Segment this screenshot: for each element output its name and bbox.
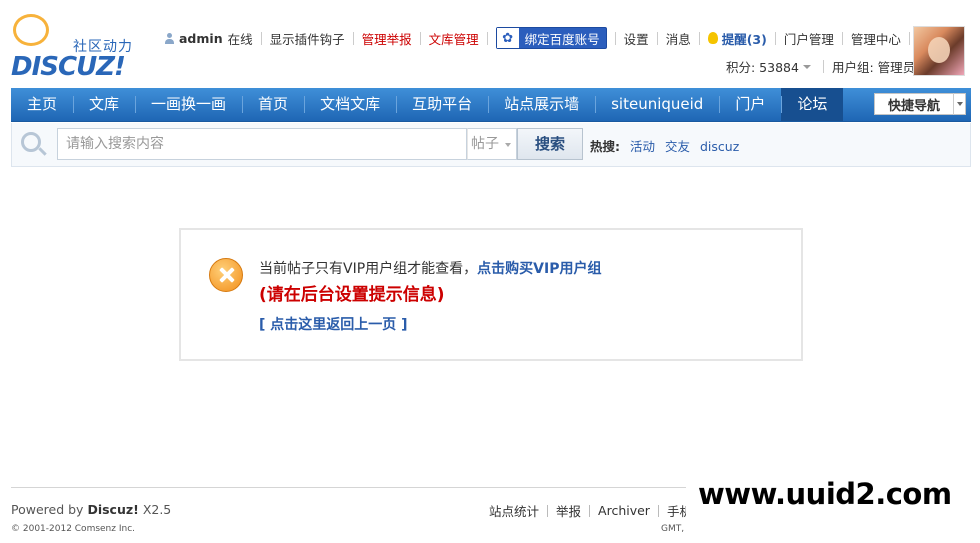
nav-item[interactable]: 站点展示墙 xyxy=(488,88,595,121)
error-icon xyxy=(209,258,243,292)
divider xyxy=(656,31,658,45)
hot-search: 热搜: 活动 交友 discuz xyxy=(590,136,745,155)
bind-baidu-button[interactable]: ✿ 绑定百度账号 xyxy=(495,27,607,49)
divider xyxy=(486,31,488,45)
watermark: www.uuid2.com xyxy=(686,452,980,543)
quick-nav-label: 快捷导航 xyxy=(887,98,940,114)
nav-item[interactable]: 一画换一画 xyxy=(135,88,242,121)
gmt-time: GMT, xyxy=(661,524,685,534)
footer-archiver-link[interactable]: Archiver xyxy=(598,503,650,518)
logo-wordmark: DISCUZ! xyxy=(11,52,126,82)
divider xyxy=(260,31,262,45)
settings-link[interactable]: 设置 xyxy=(624,29,649,48)
search-type-select[interactable]: 帖子 xyxy=(467,128,517,160)
remind-link[interactable]: 提醒(3) xyxy=(722,29,767,48)
divider xyxy=(698,31,700,45)
footer-links: 站点统计 举报 Archiver 手机版 xyxy=(489,501,704,520)
watermark-text: www.uuid2.com xyxy=(698,477,952,511)
divider xyxy=(547,504,549,517)
divider xyxy=(589,504,591,517)
user-toolbar: admin 在线 显示插件钩子 管理举报 文库管理 ✿ 绑定百度账号 设置 消息… xyxy=(164,27,943,49)
hot-term-link[interactable]: discuz xyxy=(700,139,739,154)
back-link[interactable]: [ 点击这里返回上一页 ] xyxy=(259,314,408,334)
search-input[interactable]: 请输入搜索内容 xyxy=(57,128,467,160)
username-link[interactable]: admin xyxy=(179,31,223,46)
logo-bubble-icon xyxy=(13,14,49,46)
site-logo[interactable]: 社区动力 DISCUZ! xyxy=(11,14,141,84)
divider xyxy=(614,31,616,45)
points-link[interactable]: 积分: 53884 xyxy=(726,57,799,76)
search-bar: 请输入搜索内容 帖子 搜索 热搜: 活动 交友 discuz xyxy=(11,123,971,167)
plugin-hooks-link[interactable]: 显示插件钩子 xyxy=(270,29,345,48)
baidu-paw-icon: ✿ xyxy=(496,28,519,48)
user-credits: 积分: 53884 用户组: 管理员 xyxy=(726,57,915,76)
user-icon xyxy=(164,32,175,44)
divider xyxy=(841,31,843,45)
hot-term-link[interactable]: 交友 xyxy=(665,139,690,154)
divider xyxy=(774,31,776,45)
nav-item[interactable]: 论坛 xyxy=(781,88,844,121)
hot-term-link[interactable]: 活动 xyxy=(630,139,655,154)
search-icon xyxy=(21,132,41,152)
search-button[interactable]: 搜索 xyxy=(517,128,583,160)
quick-nav-button[interactable]: 快捷导航 xyxy=(874,93,966,115)
version: X2.5 xyxy=(142,502,172,517)
nav-item[interactable]: siteuniqueid xyxy=(595,88,719,121)
nav-item[interactable]: 门户 xyxy=(719,88,781,121)
alert-message: 当前帖子只有VIP用户组才能查看， xyxy=(259,261,478,277)
bind-baidu-label: 绑定百度账号 xyxy=(524,31,600,47)
divider xyxy=(419,31,421,45)
nav-item[interactable]: 主页 xyxy=(11,88,73,121)
bulb-icon xyxy=(707,32,718,44)
chevron-down-icon[interactable] xyxy=(802,64,811,69)
online-status: 在线 xyxy=(227,31,253,47)
library-manage-link[interactable]: 文库管理 xyxy=(429,29,479,48)
messages-link[interactable]: 消息 xyxy=(666,29,691,48)
footer-report-link[interactable]: 举报 xyxy=(556,501,581,520)
alert-message-box: 当前帖子只有VIP用户组才能查看，点击购买VIP用户组 (请在后台设置提示信息)… xyxy=(179,228,803,361)
divider xyxy=(822,60,824,73)
admin-hint: (请在后台设置提示信息) xyxy=(259,285,445,305)
avatar[interactable] xyxy=(913,26,965,76)
footer-stats-link[interactable]: 站点统计 xyxy=(489,501,539,520)
nav-item[interactable]: 文档文库 xyxy=(304,88,396,121)
chevron-down-icon xyxy=(953,93,965,115)
user-group-link[interactable]: 用户组: 管理员 xyxy=(832,57,915,76)
divider xyxy=(657,504,659,517)
divider xyxy=(908,31,910,45)
nav-item[interactable]: 文库 xyxy=(73,88,135,121)
powered-by: Powered by Discuz! X2.5 xyxy=(11,502,171,517)
footer-divider xyxy=(11,487,686,488)
admin-center-link[interactable]: 管理中心 xyxy=(851,29,901,48)
discuz-link[interactable]: Discuz! xyxy=(87,502,138,517)
manage-reports-link[interactable]: 管理举报 xyxy=(362,29,412,48)
divider xyxy=(352,31,354,45)
hot-search-label: 热搜: xyxy=(590,139,620,154)
alert-text: 当前帖子只有VIP用户组才能查看，点击购买VIP用户组 xyxy=(259,258,601,278)
main-nav: 主页 文库 一画换一画 首页 文档文库 互助平台 站点展示墙 siteuniqueid 门户 论坛… xyxy=(11,88,971,122)
nav-item[interactable]: 互助平台 xyxy=(396,88,488,121)
powered-prefix: Powered by xyxy=(11,502,84,517)
nav-item[interactable]: 首页 xyxy=(242,88,304,121)
copyright: © 2001-2012 Comsenz Inc. xyxy=(11,524,136,534)
portal-manage-link[interactable]: 门户管理 xyxy=(784,29,834,48)
buy-vip-link[interactable]: 点击购买VIP用户组 xyxy=(477,261,601,277)
